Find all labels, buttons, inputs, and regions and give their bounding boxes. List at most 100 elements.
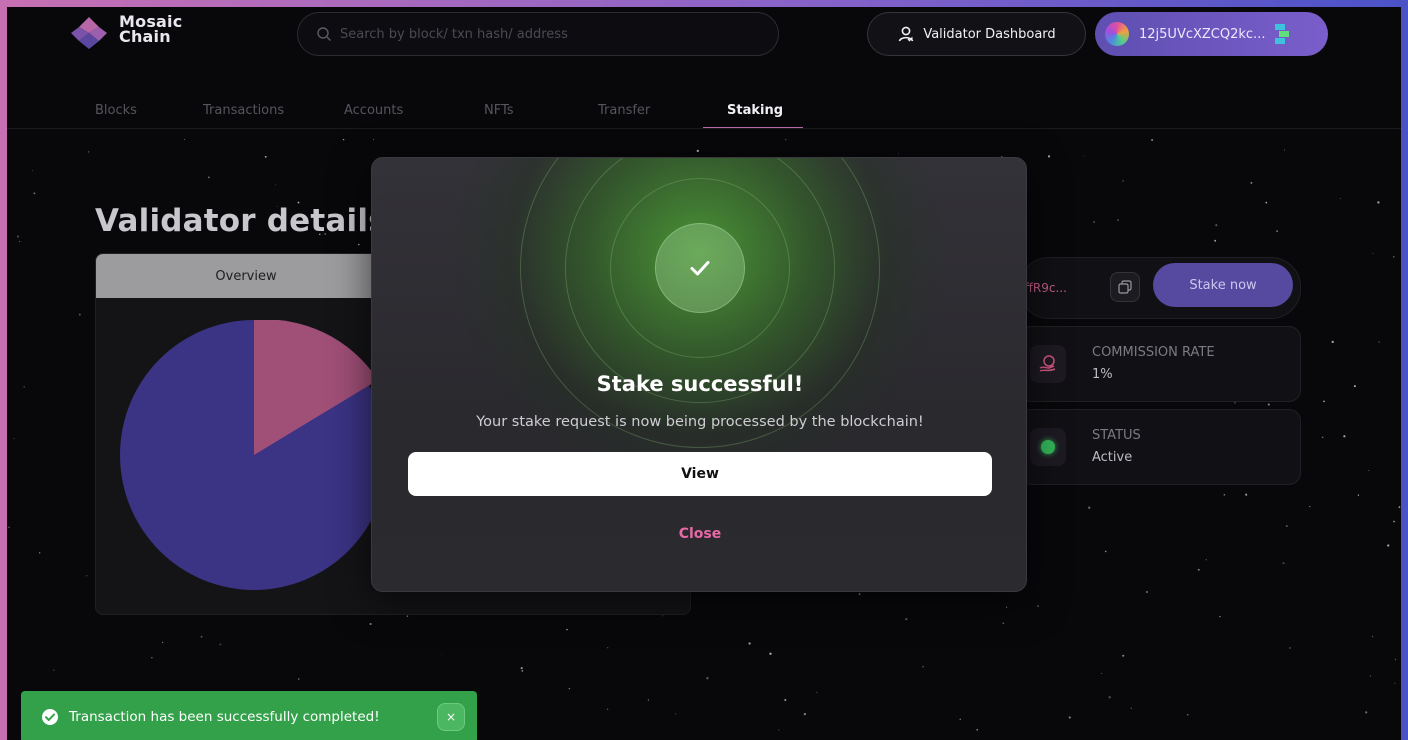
validator-dashboard-button[interactable]: Validator Dashboard <box>867 12 1086 56</box>
star <box>1117 219 1119 221</box>
star <box>1357 494 1360 496</box>
star <box>1205 559 1207 561</box>
star <box>1047 155 1051 158</box>
star <box>785 138 787 141</box>
star <box>13 437 15 440</box>
star <box>858 593 861 595</box>
star <box>1068 716 1071 719</box>
star <box>1309 506 1311 508</box>
close-button[interactable]: Close <box>372 526 1026 542</box>
star <box>521 670 524 672</box>
star <box>161 641 164 644</box>
star <box>1197 568 1200 571</box>
commission-rate-value: 1% <box>1092 367 1113 382</box>
wallet-button[interactable]: 12j5UVcXZCQ2kc... <box>1095 12 1328 56</box>
star <box>1393 520 1395 523</box>
main-nav: Blocks Transactions Accounts NFTs Transf… <box>7 99 1401 129</box>
star <box>1398 506 1401 508</box>
star <box>1108 696 1111 699</box>
wallet-address: 12j5UVcXZCQ2kc... <box>1139 26 1266 42</box>
validator-dashboard-label: Validator Dashboard <box>923 26 1056 42</box>
star <box>1101 673 1103 675</box>
star <box>1377 201 1380 204</box>
star <box>1145 590 1148 594</box>
brand-logo[interactable]: Mosaic Chain <box>69 7 182 51</box>
star <box>1365 711 1368 714</box>
search-input[interactable] <box>340 26 760 42</box>
tab-overview[interactable]: Overview <box>96 254 396 298</box>
modal-title: Stake successful! <box>596 372 804 396</box>
star <box>520 666 523 670</box>
star <box>151 657 153 659</box>
star <box>369 622 372 626</box>
star <box>898 153 900 155</box>
star <box>1223 493 1226 496</box>
star <box>39 552 41 554</box>
star <box>769 652 772 655</box>
page-title: Validator details <box>95 203 387 239</box>
star <box>1372 252 1374 255</box>
star <box>1371 635 1374 638</box>
tab-transactions[interactable]: Transactions <box>203 103 284 118</box>
status-active-icon <box>1041 440 1055 454</box>
tab-accounts[interactable]: Accounts <box>344 103 403 118</box>
star <box>1215 224 1218 227</box>
stake-now-button[interactable]: Stake now <box>1153 263 1293 307</box>
star <box>33 192 36 195</box>
view-button[interactable]: View <box>408 452 992 496</box>
tab-nfts[interactable]: NFTs <box>484 103 514 118</box>
star <box>208 176 210 179</box>
copy-address-button[interactable] <box>1110 272 1140 302</box>
star <box>19 241 21 243</box>
search-bar[interactable] <box>297 12 779 56</box>
star <box>1321 436 1324 439</box>
star <box>1394 658 1397 661</box>
star <box>1093 221 1095 223</box>
star <box>53 669 55 671</box>
star <box>88 151 90 153</box>
star <box>1122 180 1125 182</box>
check-icon <box>690 261 710 276</box>
star <box>1267 403 1270 406</box>
brand-name-line2: Chain <box>119 27 171 46</box>
user-icon <box>899 26 914 42</box>
status-value: Active <box>1092 450 1133 465</box>
star <box>86 575 88 577</box>
star <box>1002 622 1005 625</box>
star <box>1037 605 1039 607</box>
toast-close-button[interactable]: × <box>437 703 465 731</box>
star <box>264 155 267 158</box>
mosaic-logo-icon <box>71 17 107 49</box>
star <box>1122 654 1125 657</box>
star <box>1378 341 1380 343</box>
status-label: STATUS <box>1092 428 1141 443</box>
star <box>566 628 568 631</box>
star <box>1083 155 1085 157</box>
star <box>1250 181 1253 184</box>
star <box>16 235 20 238</box>
star <box>1368 470 1370 471</box>
star <box>607 708 609 710</box>
star <box>1088 506 1091 509</box>
star <box>373 139 375 140</box>
check-circle-icon <box>42 709 58 725</box>
star <box>1214 239 1217 242</box>
star <box>1130 707 1132 709</box>
status-card: STATUS Active <box>1019 409 1301 485</box>
star <box>406 615 409 617</box>
coin-hand-icon <box>1039 355 1056 372</box>
star <box>1187 714 1189 716</box>
status-icon-box <box>1030 428 1066 466</box>
star <box>607 647 609 649</box>
tab-staking[interactable]: Staking <box>727 103 783 118</box>
star <box>922 666 924 668</box>
star <box>1284 149 1286 151</box>
star <box>219 643 222 646</box>
search-icon <box>317 27 331 41</box>
star <box>748 642 751 645</box>
commission-icon-box <box>1030 345 1066 383</box>
tab-blocks[interactable]: Blocks <box>95 103 137 118</box>
star <box>816 691 818 693</box>
tab-transfer[interactable]: Transfer <box>598 103 650 118</box>
star <box>184 138 186 140</box>
